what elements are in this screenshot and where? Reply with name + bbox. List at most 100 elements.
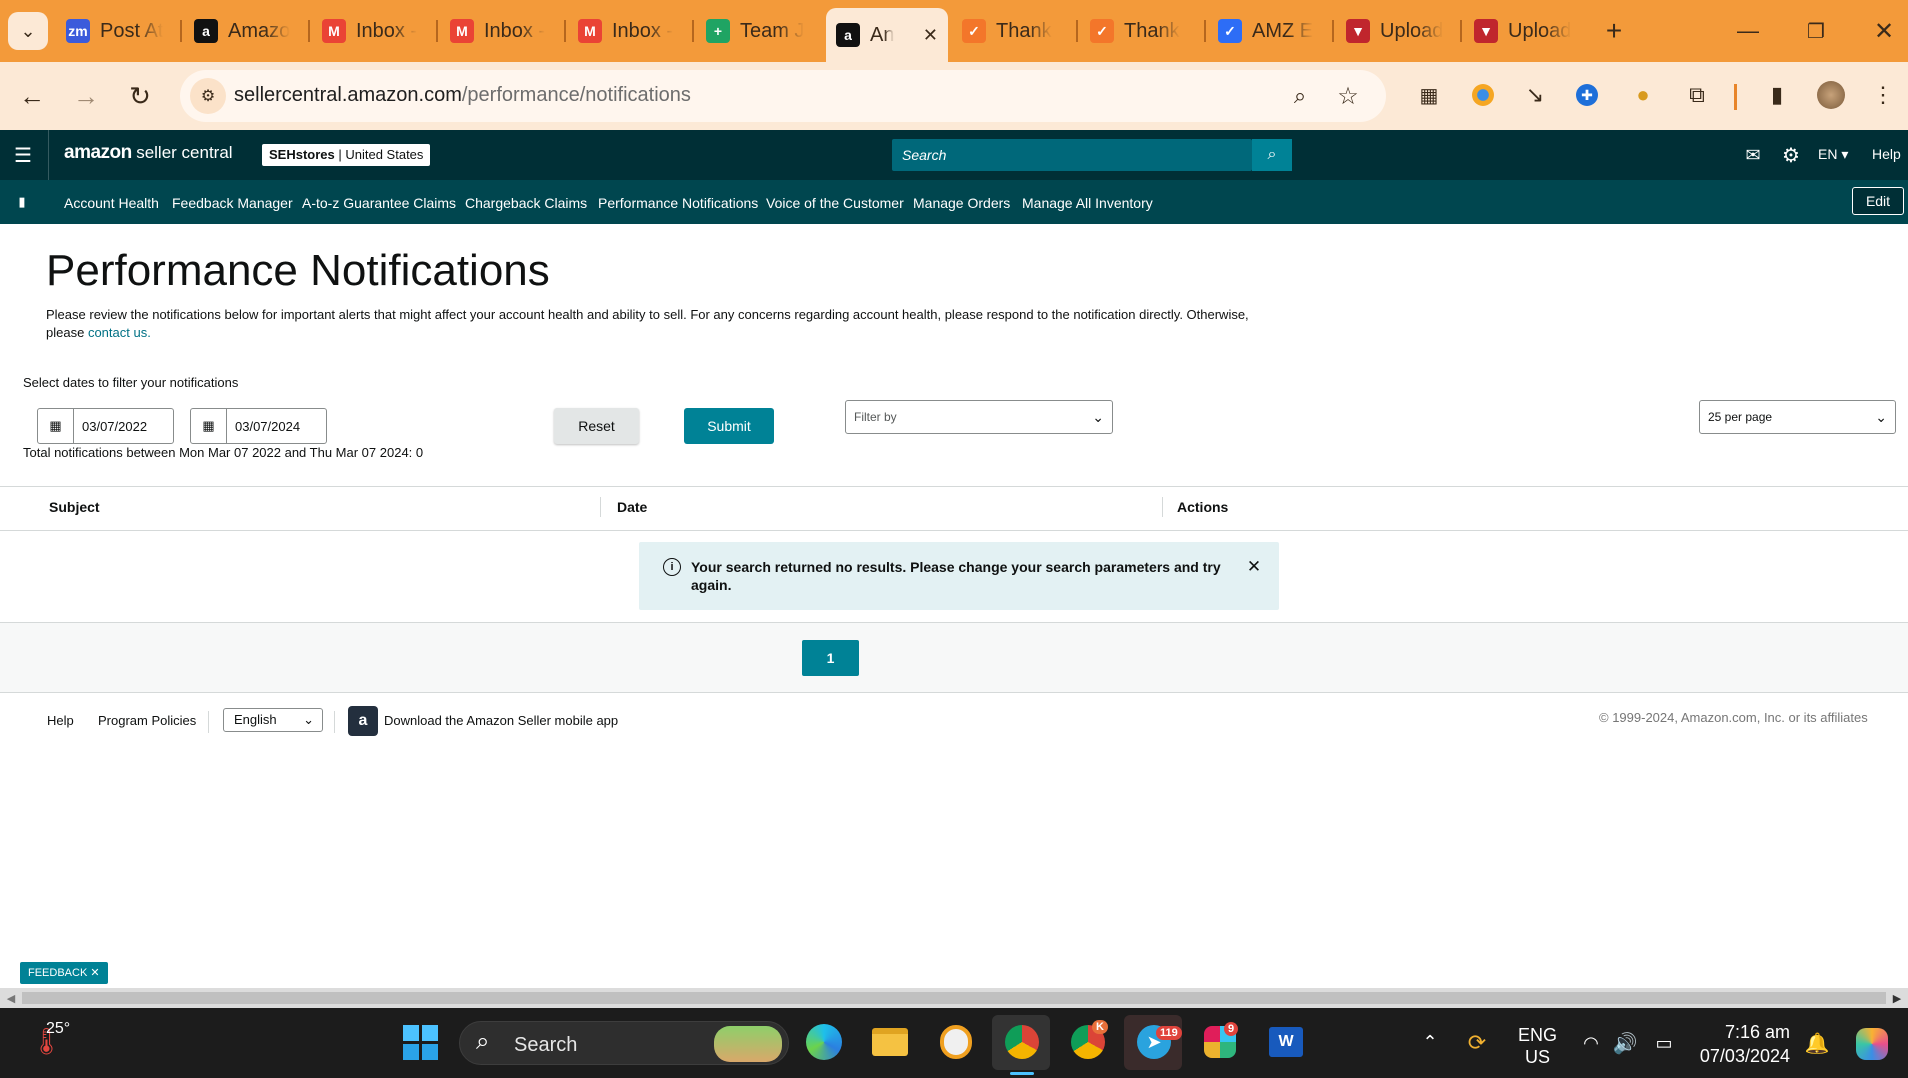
reset-button[interactable]: Reset (554, 408, 639, 444)
seller-central-logo[interactable]: amazon seller central (64, 142, 233, 164)
clock-time: 7:16 am (1724, 1022, 1790, 1042)
search-icon[interactable]: ⌕ (1252, 139, 1292, 171)
store-switcher[interactable]: SEHstores | United States (262, 144, 431, 166)
scroll-left-icon[interactable]: ◀ (4, 990, 18, 1006)
extension-orb-icon[interactable] (1466, 78, 1500, 112)
feedback-button[interactable]: FEEDBACK ✕ (20, 962, 108, 984)
footer-divider (334, 711, 335, 733)
clock[interactable]: 7:16 am 07/03/2024 (1690, 1020, 1790, 1068)
volume-icon[interactable]: 🔊 (1612, 1030, 1638, 1056)
nav-link[interactable]: A-to-z Guarantee Claims (302, 195, 456, 211)
browser-tab[interactable]: a Amazo (184, 12, 304, 50)
scrollbar-thumb[interactable] (22, 992, 1886, 1004)
chevron-up-icon[interactable]: ⌃ (1418, 1030, 1442, 1054)
address-bar[interactable]: ⚙ sellercentral.amazon.com/performance/n… (180, 70, 1386, 122)
calendar-icon[interactable]: ▦ (38, 409, 74, 443)
extension-arrow-icon[interactable]: ↘ (1518, 78, 1552, 112)
browser-tab[interactable]: ✓ AMZ E (1208, 12, 1328, 50)
notifications-bell-icon[interactable]: 🔔 (1804, 1030, 1830, 1056)
contact-us-link[interactable]: contact us. (88, 325, 151, 340)
windows-start-icon[interactable] (400, 1022, 440, 1062)
filter-by-select[interactable]: Filter by ⌄ (845, 400, 1113, 434)
nav-link[interactable]: Manage Orders (913, 195, 1010, 211)
zoom-icon[interactable]: ⌕ (1284, 80, 1316, 112)
footer-help-link[interactable]: Help (47, 713, 74, 728)
browser-tab[interactable]: M Inbox - (440, 12, 560, 50)
download-app-link[interactable]: Download the Amazon Seller mobile app (384, 713, 618, 728)
browser-tab[interactable]: M Inbox - (312, 12, 432, 50)
extension-cross-icon[interactable]: ✚ (1570, 78, 1604, 112)
program-policies-link[interactable]: Program Policies (98, 713, 196, 728)
extensions-puzzle-icon[interactable]: ⧉ (1680, 78, 1714, 112)
file-explorer-icon[interactable] (870, 1022, 910, 1062)
close-icon[interactable]: ✕ (90, 967, 99, 979)
header-search-input[interactable]: Search (892, 139, 1252, 171)
browser-tab[interactable]: ▼ Upload (1336, 12, 1456, 50)
nav-link[interactable]: Manage All Inventory (1022, 195, 1153, 211)
word-icon[interactable]: W (1266, 1022, 1306, 1062)
table-header-border (0, 530, 1908, 531)
browser-tab[interactable]: + Team J (696, 12, 816, 50)
nav-edit-button[interactable]: Edit (1852, 187, 1904, 215)
column-header-subject[interactable]: Subject (49, 499, 100, 515)
minimize-icon[interactable]: — (1730, 14, 1766, 48)
nav-link[interactable]: Voice of the Customer (766, 195, 904, 211)
footer-language-select[interactable]: English ⌄ (223, 708, 323, 732)
toolbar-divider (1734, 84, 1737, 110)
column-header-date[interactable]: Date (617, 499, 647, 515)
browser-tab[interactable]: ✓ Thank (952, 12, 1072, 50)
calendar-icon[interactable]: ▦ (191, 409, 227, 443)
extension-bear-icon[interactable]: ● (1626, 78, 1660, 112)
nav-link[interactable]: Account Health (64, 195, 159, 211)
nav-link[interactable]: Chargeback Claims (465, 195, 587, 211)
copilot-icon[interactable] (1854, 1026, 1890, 1062)
wifi-icon[interactable]: ◠ (1578, 1030, 1604, 1056)
restore-icon[interactable]: ❐ (1798, 14, 1834, 48)
language-indicator[interactable]: ENG US (1518, 1024, 1557, 1068)
active-indicator (1010, 1072, 1034, 1075)
browser-tab[interactable]: ▼ Upload (1464, 12, 1584, 50)
battery-icon[interactable]: ▭ (1650, 1030, 1678, 1056)
tab-search-icon[interactable]: ⌄ (8, 12, 48, 50)
close-tab-icon[interactable]: ✕ (923, 25, 938, 46)
date-from-input[interactable]: ▦ 03/07/2022 (37, 408, 174, 444)
menu-kebab-icon[interactable]: ⋮ (1868, 78, 1898, 112)
per-page-select[interactable]: 25 per page ⌄ (1699, 400, 1896, 434)
horizontal-scrollbar[interactable]: ◀ ▶ (0, 988, 1908, 1008)
chrome-icon[interactable] (1002, 1022, 1042, 1062)
side-panel-icon[interactable]: ▮ (1760, 78, 1794, 112)
edge-icon[interactable] (804, 1022, 844, 1062)
taskbar-search-box[interactable]: ⌕ Search (459, 1021, 789, 1065)
sync-icon[interactable]: ⟳ (1462, 1028, 1492, 1058)
qr-code-icon[interactable]: ▦ (1412, 78, 1446, 112)
hamburger-menu-icon[interactable]: ☰ (10, 142, 36, 168)
nav-link[interactable]: Feedback Manager (172, 195, 293, 211)
forward-icon[interactable]: → (68, 76, 104, 116)
submit-button[interactable]: Submit (684, 408, 774, 444)
settings-gear-icon[interactable]: ⚙ (1778, 142, 1804, 168)
language-selector[interactable]: EN ▾ (1818, 146, 1848, 163)
profile-avatar-icon[interactable] (1814, 78, 1848, 112)
url-text[interactable]: sellercentral.amazon.com/performance/not… (234, 84, 691, 107)
back-icon[interactable]: ← (14, 76, 50, 116)
scroll-right-icon[interactable]: ▶ (1890, 990, 1904, 1006)
site-info-icon[interactable]: ⚙ (190, 78, 226, 114)
browser-tab[interactable]: M Inbox - (568, 12, 688, 50)
date-to-input[interactable]: ▦ 03/07/2024 (190, 408, 327, 444)
nav-link[interactable]: Performance Notifications (598, 195, 758, 211)
browser-tab[interactable]: zm Post At (56, 12, 176, 50)
weather-temp[interactable]: 25° (46, 1020, 70, 1038)
close-window-icon[interactable]: ✕ (1866, 14, 1902, 48)
new-tab-icon[interactable]: + (1596, 14, 1632, 48)
reload-icon[interactable]: ↻ (122, 76, 158, 116)
brave-shield-icon[interactable] (936, 1022, 976, 1062)
browser-tab[interactable]: a An ✕ (826, 8, 948, 62)
header-help-link[interactable]: Help (1872, 146, 1901, 162)
bookmark-icon[interactable]: ▮ (14, 192, 30, 212)
mail-icon[interactable]: ✉ (1740, 142, 1766, 168)
close-icon[interactable]: ✕ (1243, 556, 1265, 578)
bookmark-star-icon[interactable]: ☆ (1332, 80, 1364, 112)
browser-tab[interactable]: ✓ Thank (1080, 12, 1200, 50)
page-number-button[interactable]: 1 (802, 640, 859, 676)
amazon-app-icon[interactable]: a (348, 706, 378, 736)
